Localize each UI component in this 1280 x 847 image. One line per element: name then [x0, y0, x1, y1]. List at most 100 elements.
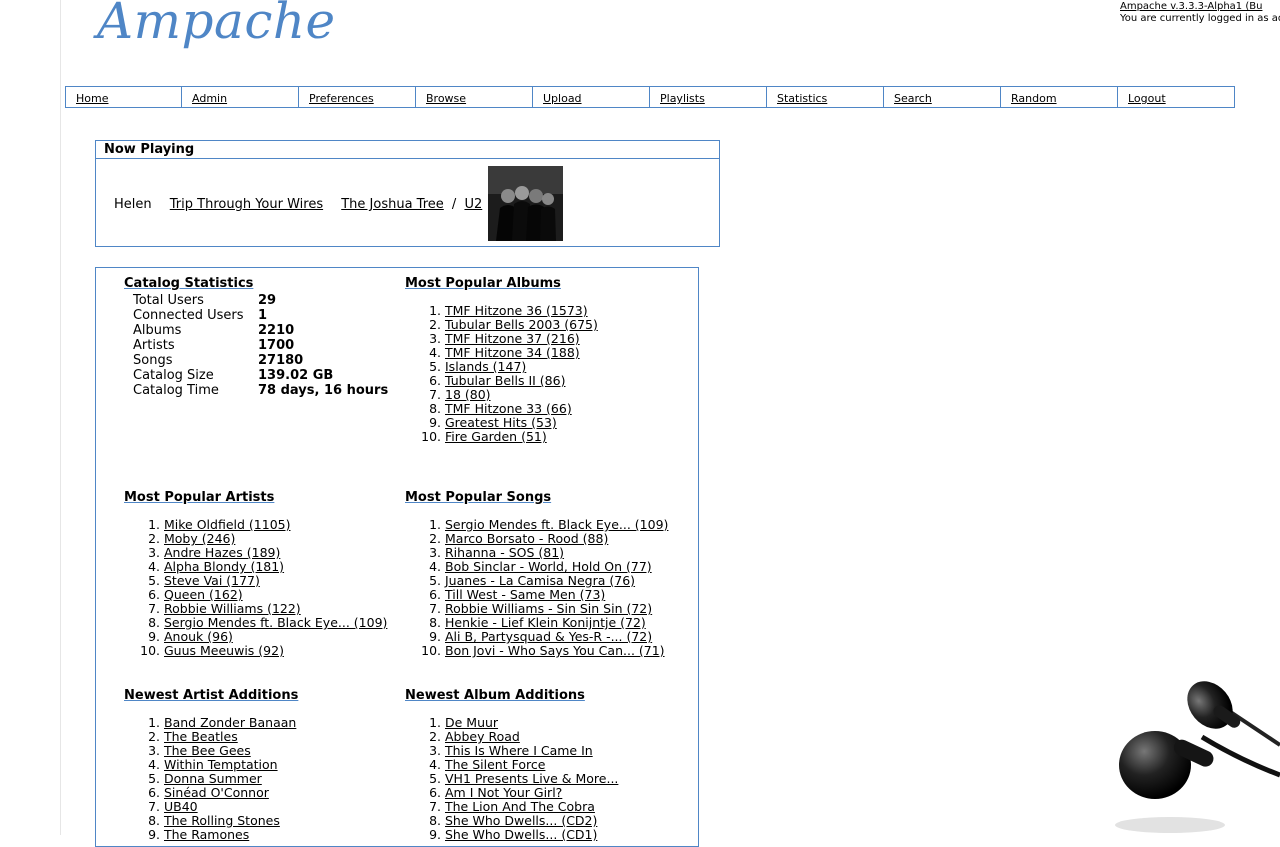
stat-label: Total Users: [133, 293, 204, 308]
artist-link[interactable]: Moby (246): [164, 531, 235, 546]
album-link[interactable]: De Muur: [445, 715, 498, 730]
nav-logout[interactable]: Logout: [1118, 86, 1235, 108]
top-info: Ampache v.3.3.3-Alpha1 (Bu You are curre…: [1120, 1, 1280, 25]
album-link[interactable]: VH1 Presents Live & More...: [445, 771, 618, 786]
artist-link[interactable]: Anouk (96): [164, 629, 233, 644]
list-item: TMF Hitzone 33 (66): [445, 402, 598, 416]
nav-random[interactable]: Random: [1001, 86, 1118, 108]
song-link[interactable]: Robbie Williams - Sin Sin Sin (72): [445, 601, 652, 616]
artist-link[interactable]: Band Zonder Banaan: [164, 715, 296, 730]
list-item: Tubular Bells II (86): [445, 374, 598, 388]
list-item: Moby (246): [164, 532, 387, 546]
nav-home[interactable]: Home: [65, 86, 182, 108]
song-link[interactable]: Marco Borsato - Rood (88): [445, 531, 608, 546]
list-item: Sergio Mendes ft. Black Eye... (109): [445, 518, 668, 532]
song-link[interactable]: Henkie - Lief Klein Konijntje (72): [445, 615, 646, 630]
artist-link[interactable]: Guus Meeuwis (92): [164, 643, 284, 658]
album-link[interactable]: TMF Hitzone 33 (66): [445, 401, 572, 416]
artist-link[interactable]: Robbie Williams (122): [164, 601, 301, 616]
list-item: Alpha Blondy (181): [164, 560, 387, 574]
artist-link[interactable]: Sinéad O'Connor: [164, 785, 269, 800]
list-item: She Who Dwells... (CD2): [445, 814, 618, 828]
album-link[interactable]: 18 (80): [445, 387, 491, 402]
list-item: Andre Hazes (189): [164, 546, 387, 560]
album-link[interactable]: The Lion And The Cobra: [445, 799, 595, 814]
list-item: Sergio Mendes ft. Black Eye... (109): [164, 616, 387, 630]
artist-link[interactable]: Steve Vai (177): [164, 573, 260, 588]
album-link[interactable]: Islands (147): [445, 359, 526, 374]
list-item: Within Temptation: [164, 758, 296, 772]
stat-label: Catalog Time: [133, 383, 219, 398]
song-link[interactable]: Bon Jovi - Who Says You Can... (71): [445, 643, 665, 658]
main-nav: Home Admin Preferences Browse Upload Pla…: [65, 86, 1235, 108]
now-playing-album-link[interactable]: The Joshua Tree: [341, 197, 444, 212]
artist-link[interactable]: The Rolling Stones: [164, 813, 280, 828]
artist-link[interactable]: UB40: [164, 799, 198, 814]
song-link[interactable]: Rihanna - SOS (81): [445, 545, 564, 560]
album-link[interactable]: TMF Hitzone 36 (1573): [445, 303, 588, 318]
nav-statistics[interactable]: Statistics: [767, 86, 884, 108]
now-playing-box: Now Playing Helen Trip Through Your Wire…: [95, 140, 720, 247]
now-playing-song-link[interactable]: Trip Through Your Wires: [170, 197, 323, 212]
song-link[interactable]: Ali B, Partysquad & Yes-R -... (72): [445, 629, 652, 644]
nav-preferences[interactable]: Preferences: [299, 86, 416, 108]
stat-label: Catalog Size: [133, 368, 214, 383]
stat-value: 78 days, 16 hours: [258, 383, 389, 398]
artist-link[interactable]: Alpha Blondy (181): [164, 559, 284, 574]
album-link[interactable]: TMF Hitzone 34 (188): [445, 345, 580, 360]
version-link[interactable]: Ampache v.3.3.3-Alpha1 (Bu: [1120, 1, 1262, 12]
song-link[interactable]: Juanes - La Camisa Negra (76): [445, 573, 635, 588]
nav-playlists[interactable]: Playlists: [650, 86, 767, 108]
nav-upload[interactable]: Upload: [533, 86, 650, 108]
list-item: Donna Summer: [164, 772, 296, 786]
stat-value: 139.02 GB: [258, 368, 334, 383]
list-item: Islands (147): [445, 360, 598, 374]
artist-link[interactable]: The Beatles: [164, 729, 238, 744]
now-playing-artist-link[interactable]: U2: [464, 197, 482, 212]
album-link[interactable]: Fire Garden (51): [445, 429, 547, 444]
nav-admin[interactable]: Admin: [182, 86, 299, 108]
album-link[interactable]: This Is Where I Came In: [445, 743, 593, 758]
list-item: TMF Hitzone 34 (188): [445, 346, 598, 360]
album-link[interactable]: Tubular Bells 2003 (675): [445, 317, 598, 332]
nav-search[interactable]: Search: [884, 86, 1001, 108]
stat-row: Songs 27180: [133, 353, 388, 368]
list-item: TMF Hitzone 37 (216): [445, 332, 598, 346]
list-item: Anouk (96): [164, 630, 387, 644]
album-link[interactable]: Greatest Hits (53): [445, 415, 557, 430]
album-link[interactable]: Am I Not Your Girl?: [445, 785, 562, 800]
newest-artists-title: Newest Artist Additions: [124, 688, 299, 703]
popular-artists-list: Mike Oldfield (1105) Moby (246) Andre Ha…: [124, 518, 387, 658]
artist-link[interactable]: The Bee Gees: [164, 743, 251, 758]
list-item: The Silent Force: [445, 758, 618, 772]
album-link[interactable]: She Who Dwells... (CD2): [445, 813, 597, 828]
list-item: Band Zonder Banaan: [164, 716, 296, 730]
stat-row: Connected Users 1: [133, 308, 388, 323]
list-item: Greatest Hits (53): [445, 416, 598, 430]
artist-link[interactable]: Within Temptation: [164, 757, 278, 772]
stat-row: Total Users 29: [133, 293, 388, 308]
song-link[interactable]: Sergio Mendes ft. Black Eye... (109): [445, 517, 668, 532]
artist-link[interactable]: Andre Hazes (189): [164, 545, 280, 560]
album-link[interactable]: Tubular Bells II (86): [445, 373, 565, 388]
album-link[interactable]: TMF Hitzone 37 (216): [445, 331, 580, 346]
album-cover-image[interactable]: [488, 166, 563, 241]
artist-link[interactable]: Mike Oldfield (1105): [164, 517, 290, 532]
list-item: Henkie - Lief Klein Konijntje (72): [445, 616, 668, 630]
stat-row: Albums 2210: [133, 323, 388, 338]
song-link[interactable]: Till West - Same Men (73): [445, 587, 605, 602]
artist-link[interactable]: Sergio Mendes ft. Black Eye... (109): [164, 615, 387, 630]
catalog-statistics-table: Total Users 29 Connected Users 1 Albums 221…: [133, 293, 388, 398]
artist-link[interactable]: Queen (162): [164, 587, 243, 602]
list-item: 18 (80): [445, 388, 598, 402]
stat-row: Catalog Time 78 days, 16 hours: [133, 383, 388, 398]
artist-link[interactable]: Donna Summer: [164, 771, 262, 786]
list-item: The Rolling Stones: [164, 814, 296, 828]
list-item: Steve Vai (177): [164, 574, 387, 588]
album-link[interactable]: Abbey Road: [445, 729, 520, 744]
album-link[interactable]: The Silent Force: [445, 757, 545, 772]
now-playing-separator: /: [451, 197, 457, 212]
song-link[interactable]: Bob Sinclar - World, Hold On (77): [445, 559, 652, 574]
nav-browse[interactable]: Browse: [416, 86, 533, 108]
catalog-statistics-title: Catalog Statistics: [124, 276, 254, 291]
